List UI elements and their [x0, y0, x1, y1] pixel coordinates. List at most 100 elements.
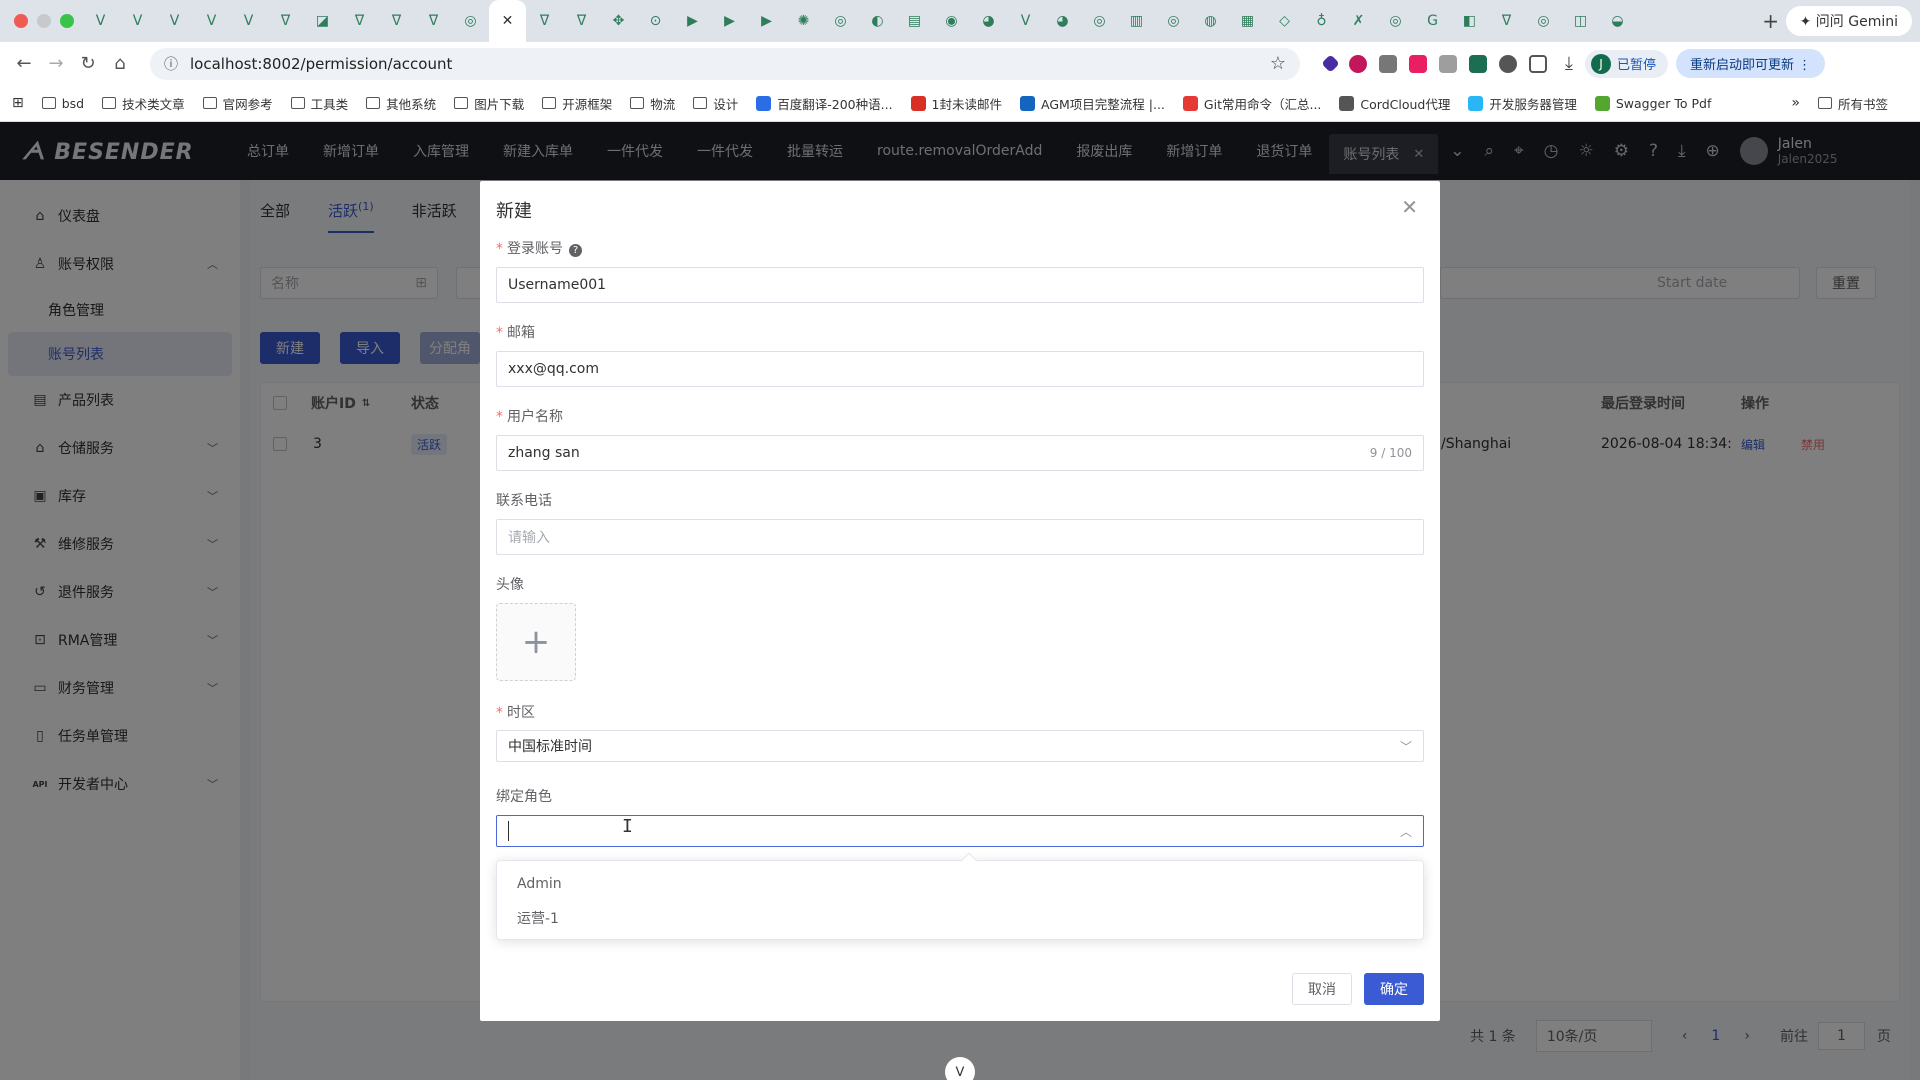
gemini-button[interactable]: ✦ 问问 Gemini	[1785, 6, 1912, 36]
browser-tab[interactable]: ◎	[452, 0, 489, 42]
download-icon[interactable]: ⤓	[1565, 53, 1573, 74]
browser-tab[interactable]: ᐁ	[378, 0, 415, 42]
browser-tab[interactable]: V	[119, 0, 156, 42]
close-window-icon[interactable]	[14, 14, 28, 28]
bookmark-link[interactable]: 百度翻译-200种语...	[756, 94, 893, 113]
close-icon[interactable]: ✕	[1401, 195, 1418, 219]
all-bookmarks-folder[interactable]: 所有书签	[1817, 94, 1888, 113]
reload-icon[interactable]: ↻	[72, 53, 104, 74]
browser-tab[interactable]: ◉	[933, 0, 970, 42]
browser-tab[interactable]: ◕	[1044, 0, 1081, 42]
bookmark-folder[interactable]: 技术类文章	[102, 94, 185, 113]
apps-grid-icon[interactable]: ⊞	[12, 95, 24, 111]
bookmark-link[interactable]: Git常用命令（汇总...	[1182, 94, 1321, 113]
role-select[interactable]: ︿	[496, 815, 1424, 847]
extension-icon[interactable]	[1379, 54, 1397, 73]
browser-toolbar: ← → ↻ ⌂ ⓘ localhost:8002/permission/acco…	[0, 42, 1920, 85]
cancel-button[interactable]: 取消	[1292, 973, 1352, 1005]
browser-tab[interactable]: ◍	[1192, 0, 1229, 42]
bookmark-folder[interactable]: 开源框架	[542, 94, 612, 113]
browser-tab[interactable]: ◎	[1377, 0, 1414, 42]
browser-tab[interactable]: ◎	[1081, 0, 1118, 42]
browser-tab[interactable]: ◧	[1451, 0, 1488, 42]
extension-icon[interactable]	[1409, 54, 1427, 73]
bookmark-link[interactable]: Swagger To Pdf	[1594, 94, 1711, 113]
browser-tab[interactable]: ᐁ	[341, 0, 378, 42]
extension-icon[interactable]	[1349, 54, 1367, 73]
browser-tab[interactable]: ▥	[1118, 0, 1155, 42]
browser-tab[interactable]: V	[1007, 0, 1044, 42]
avatar-upload[interactable]: +	[496, 603, 576, 681]
extension-icon[interactable]	[1469, 54, 1487, 73]
bookmark-folder[interactable]: 其他系统	[366, 94, 436, 113]
browser-tab[interactable]: ◕	[970, 0, 1007, 42]
extension-icon[interactable]	[1499, 54, 1517, 73]
browser-tab[interactable]: ▦	[1229, 0, 1266, 42]
extension-icon[interactable]	[1321, 54, 1340, 73]
email-field[interactable]: xxx@qq.com	[496, 351, 1424, 387]
site-info-icon[interactable]: ⓘ	[164, 54, 178, 74]
browser-tab[interactable]: V	[193, 0, 230, 42]
browser-tab[interactable]: ▶	[748, 0, 785, 42]
help-icon[interactable]: ?	[569, 244, 582, 257]
update-button[interactable]: 重新启动即可更新 ⋮	[1675, 49, 1826, 78]
browser-tab[interactable]: ᐁ	[267, 0, 304, 42]
new-tab-icon[interactable]: +	[1756, 9, 1786, 33]
browser-tab[interactable]: ᐁ	[526, 0, 563, 42]
browser-tab[interactable]: ♁	[1303, 0, 1340, 42]
bookmark-folder[interactable]: 设计	[693, 94, 738, 113]
browser-tab[interactable]: ᐁ	[563, 0, 600, 42]
browser-tab[interactable]: ◒	[1599, 0, 1636, 42]
bookmark-link[interactable]: AGM项目完整流程 |...	[1020, 94, 1165, 113]
address-bar[interactable]: ⓘ localhost:8002/permission/account ☆	[150, 47, 1300, 80]
browser-tab[interactable]: ᐁ	[1488, 0, 1525, 42]
browser-tab[interactable]: ✗	[1340, 0, 1377, 42]
browser-tab[interactable]: ▶	[711, 0, 748, 42]
vue-devtools-icon[interactable]: ᐯ	[945, 1057, 975, 1080]
browser-tab[interactable]: V	[230, 0, 267, 42]
browser-tab[interactable]: G	[1414, 0, 1451, 42]
browser-tab[interactable]: ✺	[785, 0, 822, 42]
browser-tab[interactable]: ◎	[1155, 0, 1192, 42]
username-input[interactable]: zhang san 9 / 100	[496, 435, 1424, 471]
browser-tab[interactable]: V	[156, 0, 193, 42]
minimize-window-icon[interactable]	[37, 14, 51, 28]
browser-tab[interactable]: ◎	[822, 0, 859, 42]
forward-icon[interactable]: →	[40, 53, 72, 74]
browser-tab[interactable]: ▶	[674, 0, 711, 42]
back-icon[interactable]: ←	[8, 53, 40, 74]
browser-tab[interactable]: ◎	[1525, 0, 1562, 42]
extensions-puzzle-icon[interactable]	[1529, 54, 1547, 73]
bookmark-label: 图片下载	[474, 96, 525, 112]
bookmark-folder[interactable]: 官网参考	[202, 94, 273, 113]
bookmark-folder[interactable]: 图片下载	[454, 94, 524, 113]
browser-tab[interactable]: ▤	[896, 0, 933, 42]
browser-tab[interactable]: ◪	[304, 0, 341, 42]
browser-tab[interactable]: ◫	[1562, 0, 1599, 42]
browser-tab[interactable]: ᐁ	[415, 0, 452, 42]
confirm-button[interactable]: 确定	[1364, 973, 1424, 1005]
extension-icon[interactable]	[1439, 54, 1457, 73]
role-option-admin[interactable]: Admin	[497, 867, 1423, 901]
profile-paused-button[interactable]: J 已暂停	[1584, 49, 1668, 78]
more-bookmarks-icon[interactable]: »	[1791, 95, 1800, 111]
login-account-input[interactable]: Username001	[496, 267, 1424, 303]
bookmark-folder[interactable]: bsd	[41, 94, 84, 113]
bookmark-star-icon[interactable]: ☆	[1270, 53, 1286, 74]
browser-tab[interactable]: ◐	[859, 0, 896, 42]
bookmark-folder[interactable]: 工具类	[290, 94, 348, 113]
timezone-select[interactable]: 中国标准时间 ﹀	[496, 730, 1424, 762]
bookmark-folder[interactable]: 物流	[630, 94, 675, 113]
bookmark-link[interactable]: CordCloud代理	[1339, 94, 1450, 113]
browser-tab[interactable]: ✥	[600, 0, 637, 42]
browser-tab[interactable]: ◇	[1266, 0, 1303, 42]
phone-input[interactable]: 请输入	[496, 519, 1424, 555]
bookmark-link[interactable]: 开发服务器管理	[1468, 94, 1577, 113]
browser-tab[interactable]: V	[82, 0, 119, 42]
home-icon[interactable]: ⌂	[104, 53, 136, 74]
maximize-window-icon[interactable]	[60, 14, 74, 28]
browser-tab[interactable]: ⊙	[637, 0, 674, 42]
browser-tab[interactable]: ✕	[489, 0, 526, 42]
bookmark-link[interactable]: 1封未读邮件	[910, 94, 1002, 113]
role-option-ops[interactable]: 运营-1	[497, 901, 1423, 935]
